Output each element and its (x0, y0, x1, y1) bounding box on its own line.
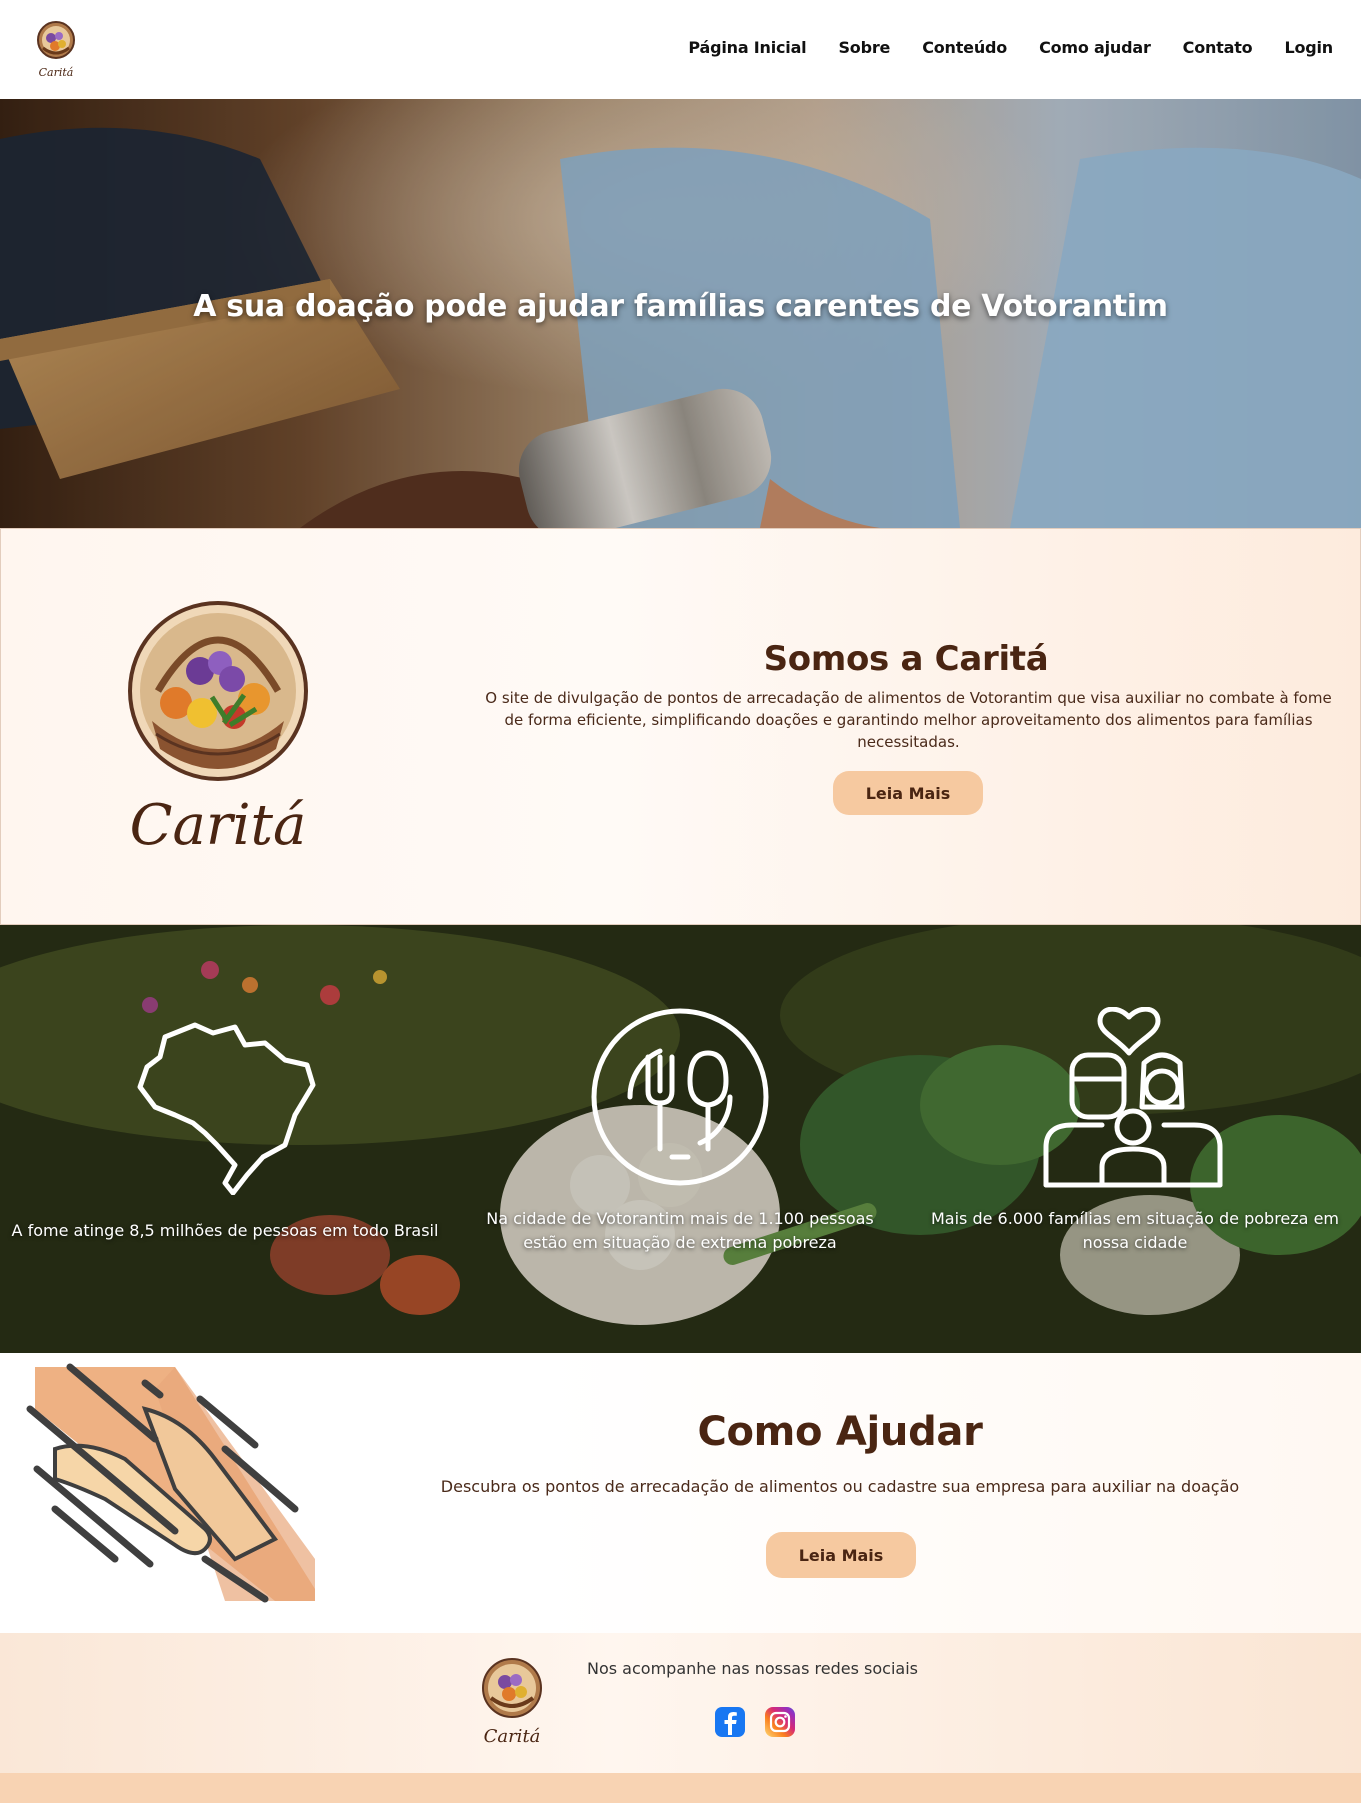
bottom-bar (0, 1773, 1361, 1803)
nav-content[interactable]: Conteúdo (922, 38, 1007, 57)
svg-text:Caritá: Caritá (484, 1726, 541, 1747)
about-description: O site de divulgação de pontos de arreca… (485, 689, 1332, 751)
nav-contact[interactable]: Contato (1183, 38, 1253, 57)
site-header: Caritá Página Inicial Sobre Conteúdo Com… (0, 0, 1361, 99)
stat-text-families: Mais de 6.000 famílias em situação de po… (930, 1209, 1339, 1252)
stat-text-votorantim: Na cidade de Votorantim mais de 1.100 pe… (486, 1209, 874, 1252)
site-footer: Caritá Nos acompanhe nas nossas redes so… (0, 1633, 1361, 1773)
family-heart-icon (1043, 1007, 1223, 1188)
svg-text:Caritá: Caritá (39, 66, 74, 79)
social-text: Nos acompanhe nas nossas redes sociais (587, 1659, 918, 1678)
instagram-icon[interactable] (765, 1707, 795, 1737)
carita-basket-logo: Caritá (128, 601, 308, 858)
hero-title: A sua doação pode ajudar famílias carent… (193, 289, 1168, 324)
carita-logo[interactable]: Caritá (33, 20, 79, 80)
plate-cutlery-icon (591, 1008, 769, 1186)
about-read-more-button[interactable]: Leia Mais (833, 771, 983, 815)
handshake-icon (26, 1363, 315, 1603)
help-read-more-button[interactable]: Leia Mais (766, 1532, 916, 1578)
stats-section: A fome atinge 8,5 milhões de pessoas em … (0, 925, 1361, 1353)
nav-home[interactable]: Página Inicial (688, 38, 806, 57)
about-section: Caritá Somos a Caritá O site de divulgaç… (0, 528, 1361, 925)
hero-banner: A sua doação pode ajudar famílias carent… (0, 99, 1361, 528)
about-title: Somos a Caritá (763, 639, 1049, 679)
brazil-map-icon (137, 1022, 316, 1195)
facebook-icon[interactable] (715, 1707, 745, 1737)
how-to-help-section: Como Ajudar Descubra os pontos de arreca… (0, 1353, 1361, 1633)
main-nav: Página Inicial Sobre Conteúdo Como ajuda… (688, 38, 1333, 57)
stat-text-brazil: A fome atinge 8,5 milhões de pessoas em … (11, 1221, 439, 1240)
help-title: Como Ajudar (697, 1409, 983, 1455)
nav-about[interactable]: Sobre (838, 38, 890, 57)
nav-login[interactable]: Login (1284, 38, 1333, 57)
svg-text:Caritá: Caritá (130, 793, 307, 858)
help-description: Descubra os pontos de arrecadação de ali… (440, 1477, 1240, 1496)
footer-logo[interactable]: Caritá (479, 1658, 545, 1748)
nav-how-to-help[interactable]: Como ajudar (1039, 38, 1151, 57)
